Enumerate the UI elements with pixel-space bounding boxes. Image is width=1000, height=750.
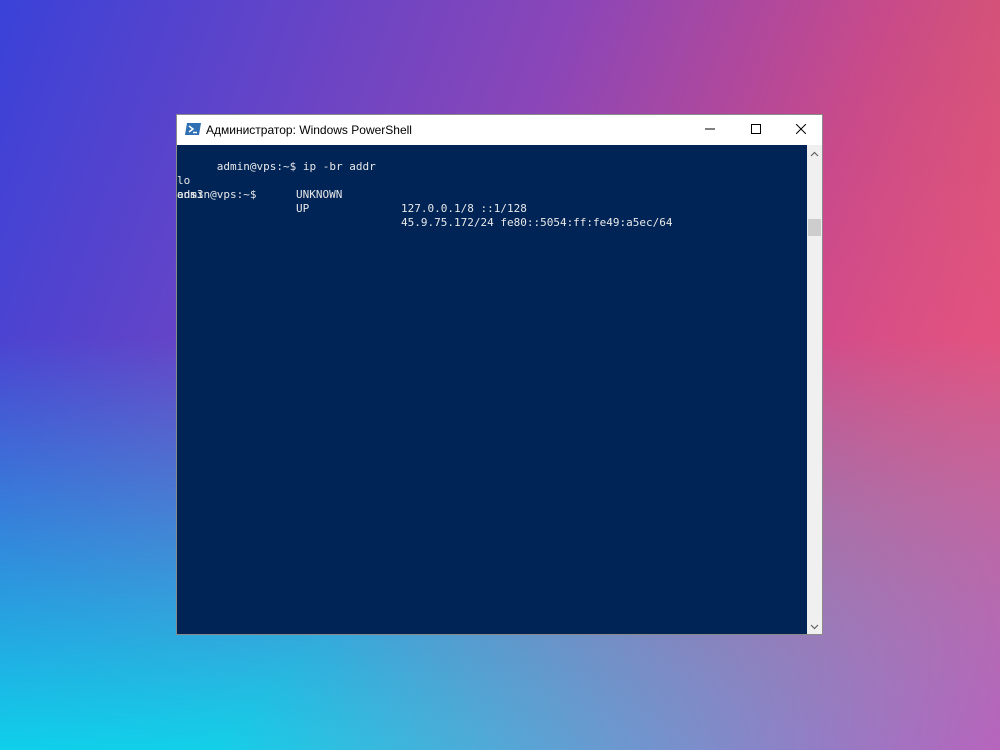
iface-state: UNKNOWN	[296, 188, 343, 201]
scrollbar-thumb[interactable]	[808, 219, 821, 236]
scroll-down-button[interactable]	[807, 618, 822, 634]
prompt: admin@vps:~$	[216, 160, 297, 173]
chevron-down-icon	[810, 617, 819, 635]
minimize-icon	[705, 121, 715, 139]
minimize-button[interactable]	[687, 115, 733, 145]
command-line: admin@vps:~$ ip -br addr	[177, 146, 376, 173]
scroll-up-button[interactable]	[807, 145, 822, 161]
final-prompt: admin@vps:~$	[177, 188, 257, 201]
window-title: Администратор: Windows PowerShell	[206, 123, 412, 137]
vertical-scrollbar[interactable]	[807, 145, 822, 634]
maximize-button[interactable]	[733, 115, 779, 145]
iface-addrs: 127.0.0.1/8 ::1/128	[401, 202, 527, 215]
iface-state: UP	[296, 202, 310, 215]
close-button[interactable]	[778, 115, 824, 145]
command: ip -br addr	[302, 160, 376, 173]
powershell-icon	[185, 122, 201, 136]
iface-addrs: 45.9.75.172/24 fe80::5054:ff:fe49:a5ec/6…	[401, 216, 673, 229]
terminal-output[interactable]: admin@vps:~$ ip -br addr lo UNKNOWN 127.…	[177, 145, 807, 634]
output-row: lo UNKNOWN 127.0.0.1/8 ::1/128	[177, 160, 527, 215]
title-bar[interactable]: Администратор: Windows PowerShell	[177, 115, 822, 145]
output-row: ens3 UP 45.9.75.172/24 fe80::5054:ff:fe4…	[177, 174, 673, 229]
close-icon	[795, 121, 807, 139]
powershell-window[interactable]: Администратор: Windows PowerShell admin@…	[176, 114, 823, 635]
chevron-up-icon	[810, 144, 819, 162]
maximize-icon	[751, 121, 761, 139]
